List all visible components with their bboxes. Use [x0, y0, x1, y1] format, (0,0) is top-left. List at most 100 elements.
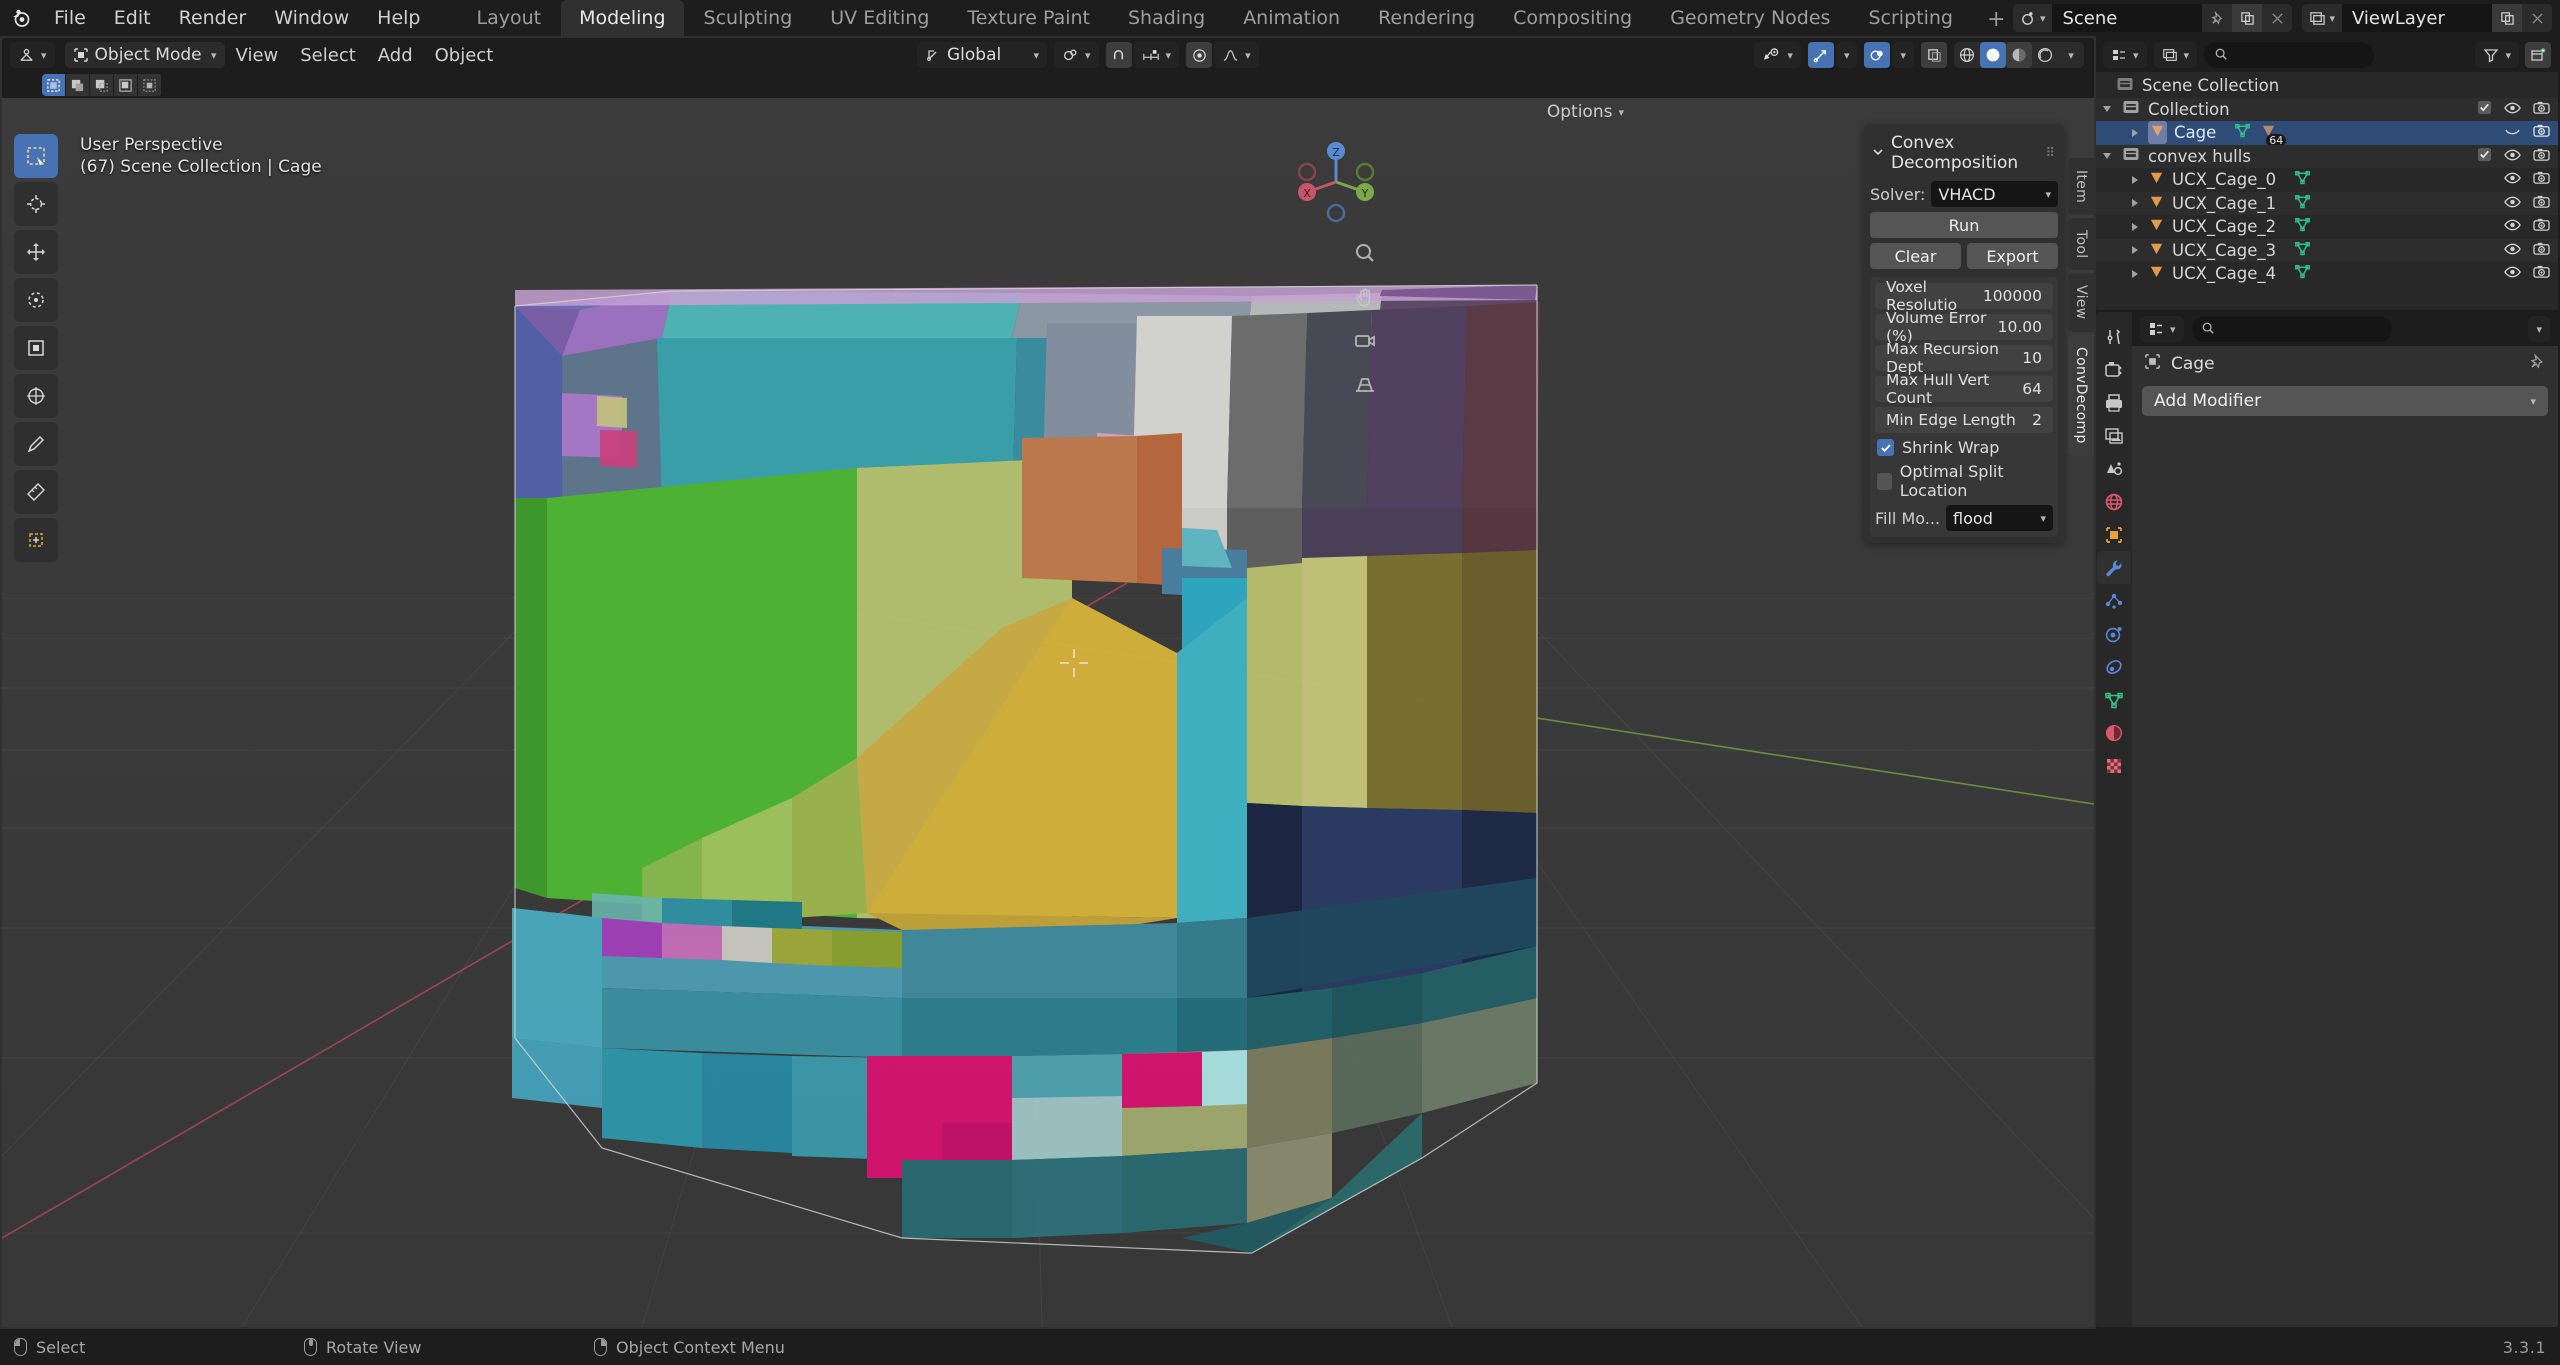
camera-icon[interactable]	[2533, 264, 2550, 283]
properties-tab-material[interactable]	[2097, 716, 2131, 749]
properties-options-dropdown[interactable]: ▾	[2528, 316, 2550, 342]
fill-mode-dropdown[interactable]: flood ▾	[1946, 505, 2053, 531]
properties-tab-modifiers[interactable]	[2097, 551, 2131, 584]
mesh-data-icon[interactable]	[2294, 216, 2311, 237]
max-recursion-depth-field[interactable]: Max Recursion Dept 10	[1875, 340, 2053, 376]
tool-move[interactable]	[14, 230, 58, 274]
viewlayer-name[interactable]: ViewLayer	[2342, 4, 2492, 32]
shading-material-preview-icon[interactable]	[2006, 42, 2032, 68]
overlays-icon[interactable]	[1864, 42, 1891, 68]
checkbox-icon[interactable]	[2477, 100, 2492, 119]
workspace-tab-animation[interactable]: Animation	[1225, 0, 1358, 36]
run-button[interactable]: Run	[1870, 212, 2058, 238]
workspace-tab-modeling[interactable]: Modeling	[561, 0, 684, 36]
expander-down-icon[interactable]	[2100, 106, 2114, 113]
outliner-display-mode-icon[interactable]: ▾	[2103, 42, 2147, 68]
expander-right-icon[interactable]	[2128, 128, 2142, 137]
mesh-data-icon[interactable]	[2294, 169, 2311, 190]
viewlayer-selector[interactable]: ▾ ViewLayer	[2302, 4, 2552, 32]
tool-measure[interactable]	[14, 470, 58, 514]
shading-solid-icon[interactable]	[1980, 42, 2006, 68]
mesh-data-icon[interactable]	[2234, 122, 2251, 143]
tool-scale[interactable]	[14, 326, 58, 370]
select-box-icon[interactable]	[42, 74, 66, 96]
menu-render[interactable]: Render	[165, 3, 261, 33]
gizmo-dropdown[interactable]: ▾	[1835, 42, 1858, 68]
viewport-menu-add[interactable]: Add	[367, 42, 424, 69]
select-intersect-icon[interactable]	[138, 74, 162, 96]
select-extend-icon[interactable]	[66, 74, 90, 96]
new-collection-icon[interactable]	[2525, 42, 2551, 68]
properties-tab-texture[interactable]	[2097, 749, 2131, 782]
clear-button[interactable]: Clear	[1870, 243, 1961, 269]
voxel-resolution-field[interactable]: Voxel Resolutio 100000	[1875, 278, 2053, 314]
properties-tab-view-layer[interactable]	[2097, 419, 2131, 452]
optimal-split-location-checkbox-row[interactable]: Optimal Split Location	[1875, 462, 2053, 500]
snap-pivot-selector[interactable]: ▾	[1054, 42, 1099, 68]
x-icon[interactable]	[2262, 4, 2293, 32]
select-subtract-icon[interactable]	[90, 74, 114, 96]
menu-help[interactable]: Help	[363, 3, 434, 33]
properties-tab-data[interactable]	[2097, 683, 2131, 716]
viewport-menu-view[interactable]: View	[225, 42, 290, 69]
side-tab-tool[interactable]: Tool	[2068, 218, 2094, 271]
properties-tab-tool[interactable]	[2097, 320, 2131, 353]
workspace-tab-rendering[interactable]: Rendering	[1360, 0, 1493, 36]
eye-icon[interactable]	[2504, 194, 2521, 213]
workspace-tab-shading[interactable]: Shading	[1110, 0, 1223, 36]
mesh-data-icon[interactable]	[2294, 263, 2311, 284]
mesh-object-instance-icon[interactable]: 64	[2260, 122, 2287, 148]
scene-name[interactable]: Scene	[2052, 4, 2203, 32]
outliner-search-input[interactable]	[2204, 42, 2375, 68]
eye-icon[interactable]	[2504, 241, 2521, 260]
tool-tweak-select-box[interactable]	[14, 134, 58, 178]
3d-viewport[interactable]: ▾ Object Mode ▾ View Select Add Object G…	[2, 38, 2094, 1327]
panel-header[interactable]: Convex Decomposition ⠿	[1870, 130, 2058, 181]
workspace-tab-sculpting[interactable]: Sculpting	[686, 0, 811, 36]
outliner-row-ucx-cage-0[interactable]: UCX_Cage_0	[2096, 168, 2558, 192]
expander-down-icon[interactable]	[2100, 153, 2114, 160]
outliner-row-collection[interactable]: Collection	[2096, 97, 2558, 121]
properties-tab-constraints[interactable]	[2097, 650, 2131, 683]
add-modifier-button[interactable]: Add Modifier ▾	[2142, 386, 2548, 416]
viewport-menu-object[interactable]: Object	[424, 42, 505, 69]
side-tab-view[interactable]: View	[2068, 273, 2094, 332]
shrink-wrap-checkbox-row[interactable]: Shrink Wrap	[1875, 438, 2053, 457]
outliner-filter-scene-icon[interactable]: ▾	[2153, 42, 2198, 68]
panel-grip-icon[interactable]: ⠿	[2045, 146, 2056, 161]
menu-edit[interactable]: Edit	[100, 3, 165, 33]
gizmo-icon[interactable]	[1807, 42, 1834, 68]
camera-icon[interactable]	[2533, 241, 2550, 260]
properties-editor-icon[interactable]: ▾	[2140, 316, 2184, 342]
export-button[interactable]: Export	[1967, 243, 2058, 269]
pan-hand-icon[interactable]	[1350, 282, 1380, 312]
outliner-row-ucx-cage-3[interactable]: UCX_Cage_3	[2096, 238, 2558, 262]
expander-right-icon[interactable]	[2128, 246, 2142, 255]
camera-icon[interactable]	[2533, 217, 2550, 236]
camera-icon[interactable]	[2533, 100, 2550, 119]
properties-tab-output[interactable]	[2097, 386, 2131, 419]
shading-rendered-icon[interactable]	[2032, 42, 2058, 68]
eye-icon[interactable]	[2504, 170, 2521, 189]
properties-tab-scene[interactable]	[2097, 452, 2131, 485]
min-edge-length-field[interactable]: Min Edge Length 2	[1875, 407, 2053, 433]
ortho-persp-toggle-icon[interactable]	[1350, 370, 1380, 400]
object-mode-selector[interactable]: Object Mode ▾	[64, 42, 225, 68]
properties-tab-particles[interactable]	[2097, 584, 2131, 617]
viewport-options-toggle[interactable]: Options ▾	[1547, 102, 1624, 122]
eye-icon[interactable]	[2504, 147, 2521, 166]
max-hull-vert-count-field[interactable]: Max Hull Vert Count 64	[1875, 371, 2053, 407]
properties-tab-physics[interactable]	[2097, 617, 2131, 650]
checkbox-icon[interactable]	[2477, 147, 2492, 166]
tool-transform[interactable]	[14, 374, 58, 418]
tool-rotate[interactable]	[14, 278, 58, 322]
viewport-scene[interactable]	[2, 38, 2094, 1327]
properties-tab-object[interactable]	[2097, 518, 2131, 551]
outliner-row-ucx-cage-1[interactable]: UCX_Cage_1	[2096, 191, 2558, 215]
properties-tab-render[interactable]	[2097, 353, 2131, 386]
workspace-tab-scripting[interactable]: Scripting	[1850, 0, 1971, 36]
chevron-down-icon[interactable]	[1872, 143, 1884, 163]
menu-window[interactable]: Window	[260, 3, 363, 33]
eye-icon[interactable]	[2504, 100, 2521, 119]
solver-dropdown[interactable]: VHACD ▾	[1931, 181, 2058, 207]
